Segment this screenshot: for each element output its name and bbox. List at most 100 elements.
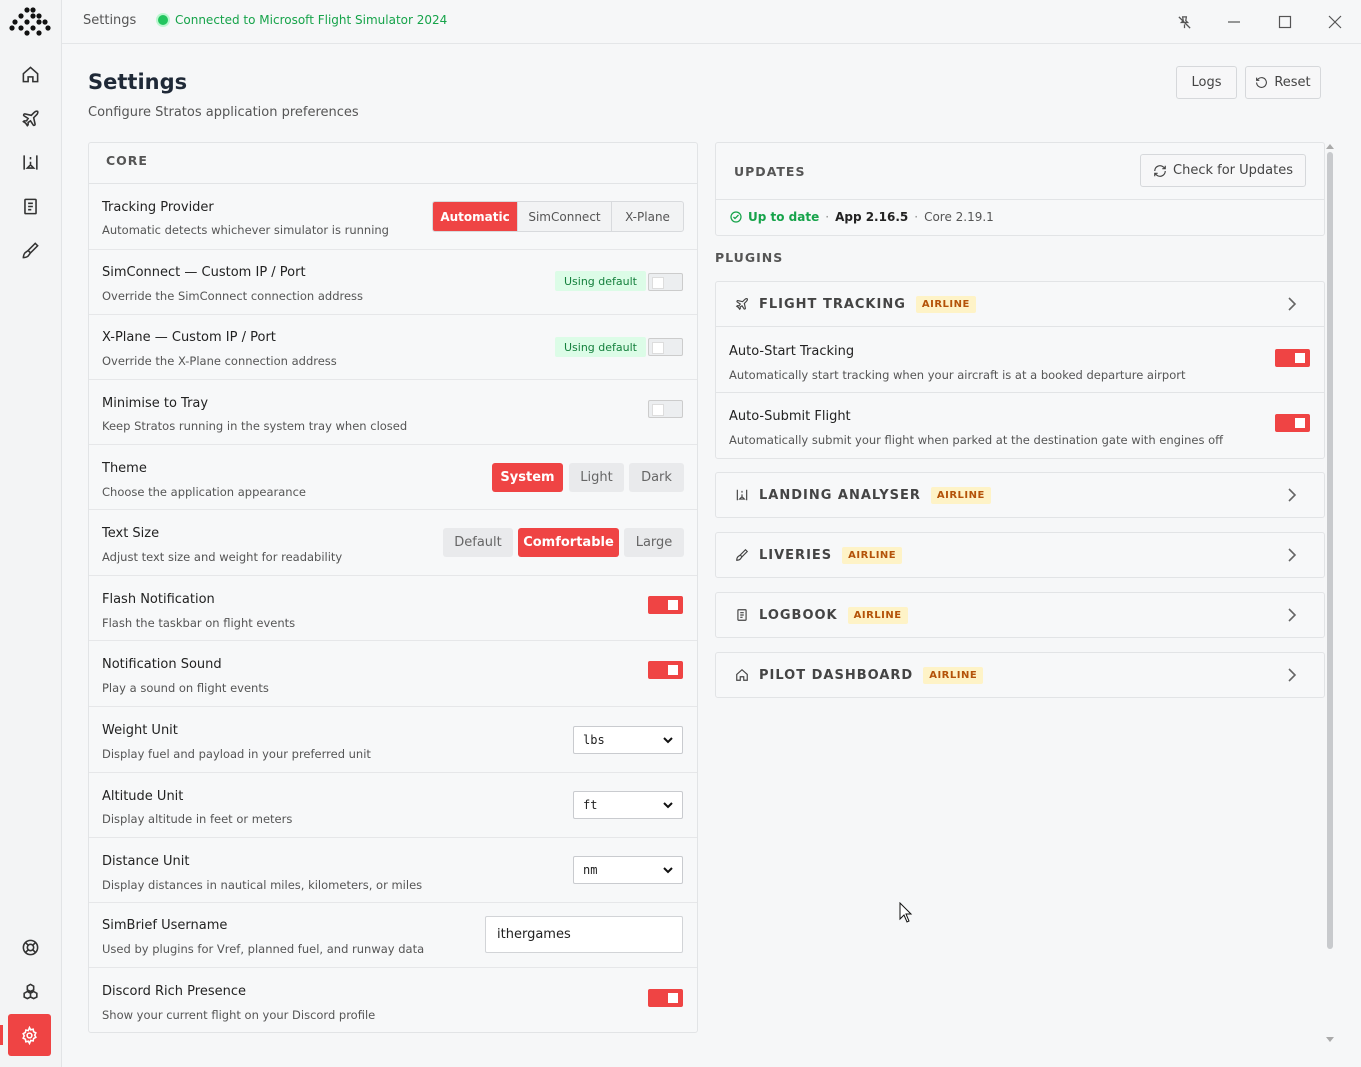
- settings-icon: [20, 1025, 39, 1045]
- theme-option-system[interactable]: System: [492, 463, 563, 492]
- core-heading: CORE: [89, 143, 697, 184]
- reset-button[interactable]: Reset: [1245, 66, 1321, 99]
- minimise-tray-toggle[interactable]: [648, 400, 683, 418]
- plugin-liveries[interactable]: LIVERIES AIRLINE: [715, 532, 1325, 578]
- tracking-option-automatic[interactable]: Automatic: [433, 202, 518, 231]
- landing-icon[interactable]: [19, 151, 41, 173]
- airline-badge: AIRLINE: [847, 606, 908, 624]
- updates-header: UPDATES Check for Updates: [716, 143, 1324, 200]
- chevron-down-icon: [663, 736, 673, 744]
- discord-row: Discord Rich Presence Show your current …: [89, 968, 697, 1033]
- tracking-option-simconnect[interactable]: SimConnect: [518, 202, 612, 231]
- text-size-desc: Adjust text size and weight for readabil…: [102, 550, 343, 564]
- flash-notification-label: Flash Notification: [102, 592, 215, 607]
- plugin-pilot-dashboard[interactable]: PILOT DASHBOARD AIRLINE: [715, 652, 1325, 698]
- xplane-ip-label: X-Plane — Custom IP / Port: [102, 330, 276, 345]
- plugin-header-flight-tracking[interactable]: FLIGHT TRACKING AIRLINE: [716, 282, 1324, 327]
- updates-section: UPDATES Check for Updates Up to date · A…: [715, 142, 1325, 236]
- plugin-name: PILOT DASHBOARD: [759, 667, 914, 683]
- maximize-icon[interactable]: [1273, 10, 1297, 34]
- altitude-unit-value: ft: [583, 798, 598, 812]
- xplane-ip-toggle[interactable]: [648, 338, 683, 356]
- plane-icon[interactable]: [19, 107, 41, 129]
- simbrief-row: SimBrief Username Used by plugins for Vr…: [89, 903, 697, 968]
- weight-unit-select[interactable]: lbs: [573, 726, 683, 754]
- landing-icon: [735, 488, 749, 502]
- simconnect-ip-toggle[interactable]: [648, 273, 683, 291]
- minimize-icon[interactable]: [1222, 10, 1246, 34]
- scroll-up-arrow-icon[interactable]: [1326, 143, 1334, 149]
- home-icon[interactable]: [19, 63, 41, 85]
- app-version: App 2.16.5: [835, 210, 909, 224]
- chevron-right-icon[interactable]: [1287, 297, 1299, 311]
- altitude-unit-row: Altitude Unit Display altitude in feet o…: [89, 773, 697, 838]
- logs-button[interactable]: Logs: [1176, 66, 1237, 99]
- simconnect-ip-row: SimConnect — Custom IP / Port Override t…: [89, 250, 697, 315]
- separator-dot: ·: [825, 210, 830, 224]
- app-logo: [9, 7, 51, 37]
- distance-unit-value: nm: [583, 863, 598, 877]
- chevron-down-icon: [663, 866, 673, 874]
- text-size-option-default[interactable]: Default: [443, 528, 513, 557]
- unpin-icon[interactable]: [1172, 10, 1196, 34]
- plugin-name: LIVERIES: [759, 547, 833, 563]
- plugin-landing-analyser[interactable]: LANDING ANALYSER AIRLINE: [715, 472, 1325, 518]
- plugins-icon[interactable]: [19, 980, 41, 1002]
- theme-desc: Choose the application appearance: [102, 485, 306, 499]
- weight-unit-row: Weight Unit Display fuel and payload in …: [89, 707, 697, 773]
- scroll-down-arrow-icon[interactable]: [1326, 1037, 1334, 1043]
- title-bar: Settings Connected to Microsoft Flight S…: [62, 0, 1361, 44]
- plugin-header-liveries[interactable]: LIVERIES AIRLINE: [716, 533, 1324, 577]
- scrollbar-thumb[interactable]: [1327, 152, 1333, 949]
- autosubmit-toggle[interactable]: [1275, 414, 1310, 432]
- notification-sound-toggle[interactable]: [648, 661, 683, 679]
- simbrief-username-input[interactable]: ithergames: [485, 916, 683, 953]
- distance-unit-select[interactable]: nm: [573, 856, 683, 884]
- flash-notification-toggle[interactable]: [648, 596, 683, 614]
- plugin-header-pilot-dashboard[interactable]: PILOT DASHBOARD AIRLINE: [716, 653, 1324, 697]
- simconnect-ip-desc: Override the SimConnect connection addre…: [102, 289, 364, 303]
- altitude-unit-select[interactable]: ft: [573, 791, 683, 819]
- plugin-logbook[interactable]: LOGBOOK AIRLINE: [715, 592, 1325, 638]
- minimise-tray-label: Minimise to Tray: [102, 396, 209, 411]
- discord-toggle[interactable]: [648, 989, 683, 1007]
- autosubmit-label: Auto-Submit Flight: [729, 409, 851, 424]
- notification-sound-label: Notification Sound: [102, 657, 222, 672]
- weight-unit-label: Weight Unit: [102, 723, 178, 738]
- xplane-ip-desc: Override the X-Plane connection address: [102, 354, 337, 368]
- chevron-right-icon[interactable]: [1287, 608, 1299, 622]
- window-title: Settings: [83, 13, 137, 28]
- text-size-row: Text Size Adjust text size and weight fo…: [89, 510, 697, 576]
- connection-status: Connected to Microsoft Flight Simulator …: [158, 13, 447, 27]
- chevron-right-icon[interactable]: [1287, 548, 1299, 562]
- simconnect-default-badge: Using default: [555, 271, 646, 291]
- theme-option-dark[interactable]: Dark: [629, 463, 684, 492]
- plugin-header-logbook[interactable]: LOGBOOK AIRLINE: [716, 593, 1324, 637]
- plugin-name: FLIGHT TRACKING: [759, 296, 906, 312]
- help-icon[interactable]: [19, 936, 41, 958]
- autostart-row: Auto-Start Tracking Automatically start …: [716, 328, 1324, 393]
- text-size-option-large[interactable]: Large: [624, 528, 684, 557]
- theme-row: Theme Choose the application appearance …: [89, 445, 697, 510]
- settings-nav-button[interactable]: [8, 1014, 51, 1056]
- xplane-ip-row: X-Plane — Custom IP / Port Override the …: [89, 315, 697, 380]
- xplane-default-badge: Using default: [555, 337, 646, 357]
- mouse-cursor-icon: [899, 902, 913, 923]
- close-icon[interactable]: [1323, 10, 1347, 34]
- check-updates-button[interactable]: Check for Updates: [1140, 154, 1306, 187]
- discord-label: Discord Rich Presence: [102, 984, 246, 999]
- autostart-desc: Automatically start tracking when your a…: [729, 368, 1186, 382]
- brush-icon[interactable]: [19, 239, 41, 261]
- theme-option-light[interactable]: Light: [569, 463, 624, 492]
- chevron-right-icon[interactable]: [1287, 488, 1299, 502]
- core-version: Core 2.19.1: [924, 210, 994, 224]
- chevron-right-icon[interactable]: [1287, 668, 1299, 682]
- autostart-toggle[interactable]: [1275, 349, 1310, 367]
- logbook-icon[interactable]: [19, 195, 41, 217]
- plugin-header-landing-analyser[interactable]: LANDING ANALYSER AIRLINE: [716, 473, 1324, 517]
- minimise-tray-row: Minimise to Tray Keep Stratos running in…: [89, 380, 697, 445]
- tracking-option-xplane[interactable]: X-Plane: [612, 202, 683, 231]
- refresh-icon: [1153, 164, 1167, 178]
- autostart-label: Auto-Start Tracking: [729, 344, 855, 359]
- text-size-option-comfortable[interactable]: Comfortable: [518, 528, 619, 557]
